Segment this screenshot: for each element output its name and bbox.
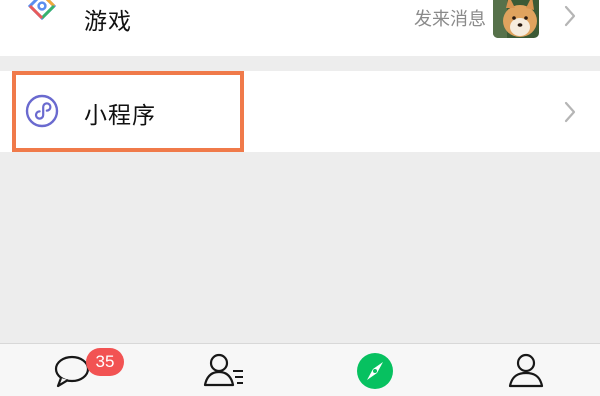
mini-programs-label: 小程序 [84,103,156,129]
contacts-icon [203,353,243,387]
shiba-dog-avatar [493,0,539,38]
games-row[interactable]: 游戏 发来消息 [0,0,600,56]
tab-contacts[interactable] [185,344,265,396]
person-icon [508,353,544,388]
games-message-note: 发来消息 [414,9,486,30]
games-diamond-icon [27,0,57,21]
discover-screen: 游戏 发来消息 小程序 35 [0,0,600,396]
tab-me[interactable] [488,344,568,396]
chevron-right-icon [564,5,576,27]
mini-program-icon [25,94,59,128]
compass-icon [357,353,393,389]
tab-discover[interactable] [337,344,417,396]
chevron-right-icon [564,101,576,123]
games-label: 游戏 [84,9,132,35]
mini-programs-row[interactable]: 小程序 [0,71,600,152]
unread-badge: 35 [86,348,124,376]
